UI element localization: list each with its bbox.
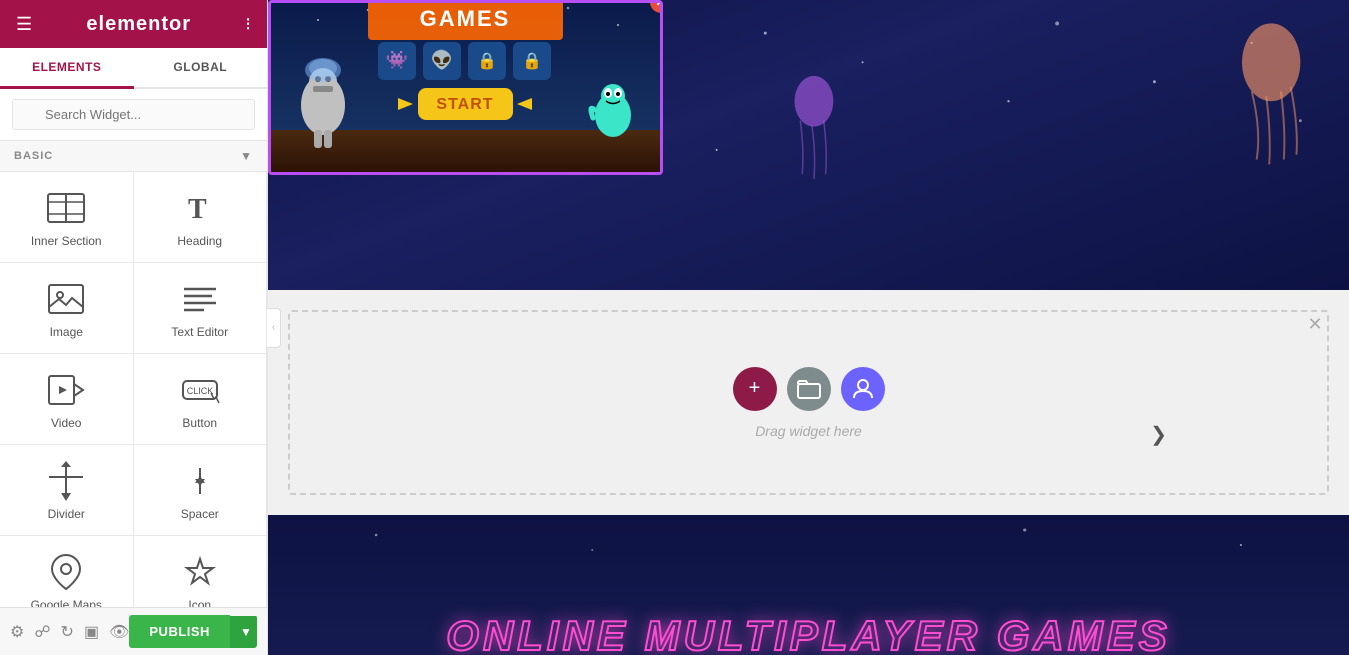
panel-header: ☰ elementor ⁝ (0, 0, 267, 48)
divider-icon (46, 463, 86, 499)
button-icon: CLICK (180, 372, 220, 408)
publish-arrow-button[interactable]: ▼ (230, 616, 257, 648)
widget-label-spacer: Spacer (181, 507, 219, 521)
drag-label: Drag widget here (755, 423, 862, 439)
widget-label-button: Button (182, 416, 217, 430)
widget-label-text-editor: Text Editor (171, 325, 228, 339)
widget-heading[interactable]: T Heading (134, 172, 268, 263)
drag-action-buttons: + (733, 367, 885, 411)
widget-label-video: Video (51, 416, 81, 430)
widget-label-google-maps: Google Maps (31, 598, 102, 607)
heading-icon: T (180, 190, 220, 226)
widget-grid: Inner Section T Heading Image (0, 172, 267, 607)
online-multiplayer-text: ONLINE MULTIPLAYER GAMES (446, 612, 1170, 655)
game-preview-section: ✕ (268, 0, 1349, 290)
google-maps-icon (46, 554, 86, 590)
svg-text:CLICK: CLICK (186, 386, 213, 396)
tab-elements[interactable]: ELEMENTS (0, 48, 134, 89)
history-icon[interactable]: ↻ (61, 622, 74, 642)
game-canvas: GAMES 👾 👽 🔒 🔒 START (271, 3, 660, 172)
svg-text:🔒: 🔒 (477, 52, 497, 70)
svg-text:👾: 👾 (386, 50, 408, 70)
section-label-basic[interactable]: BASIC ▼ (0, 141, 267, 172)
widget-label-divider: Divider (48, 507, 85, 521)
layers-icon[interactable]: ☍ (34, 622, 50, 642)
collapse-panel-handle[interactable]: ‹ (267, 308, 281, 348)
svg-text:T: T (188, 194, 207, 225)
svg-text:🔒: 🔒 (522, 52, 542, 70)
widget-video[interactable]: Video (0, 354, 134, 445)
bottom-bar: ⚙ ☍ ↻ ▣ 👁 PUBLISH ▼ (0, 607, 267, 655)
widget-label-heading: Heading (177, 234, 222, 248)
widget-text-editor[interactable]: Text Editor (134, 263, 268, 354)
tab-global[interactable]: GLOBAL (134, 48, 268, 87)
close-drag-section-button[interactable]: ✕ (1302, 311, 1328, 337)
widget-image[interactable]: Image (0, 263, 134, 354)
svg-text:GAMES: GAMES (420, 6, 511, 31)
hamburger-icon[interactable]: ☰ (16, 14, 32, 35)
add-section-button[interactable]: + (733, 367, 777, 411)
widget-label-icon: Icon (188, 598, 211, 607)
widget-google-maps[interactable]: Google Maps (0, 536, 134, 607)
game-image-box: ✕ (268, 0, 663, 175)
widget-button[interactable]: CLICK Button (134, 354, 268, 445)
chevron-down-icon: ▼ (240, 149, 253, 163)
spacer-icon (180, 463, 220, 499)
space-right-scene (668, 0, 1349, 290)
image-icon (46, 281, 86, 317)
publish-button-group: PUBLISH ▼ (129, 615, 257, 648)
drag-section-inner: ✕ + Drag widget here ❯ (288, 310, 1329, 495)
inner-section-icon (46, 190, 86, 226)
bottom-bar-icons: ⚙ ☍ ↻ ▣ 👁 (10, 622, 129, 642)
settings-icon[interactable]: ⚙ (10, 622, 24, 642)
grid-icon[interactable]: ⁝ (245, 14, 251, 35)
widget-icon[interactable]: Icon (134, 536, 268, 607)
widget-spacer[interactable]: Spacer (134, 445, 268, 536)
bottom-dark-section: ONLINE MULTIPLAYER GAMES (268, 515, 1349, 655)
template-library-button[interactable] (787, 367, 831, 411)
space-background: ✕ (268, 0, 1349, 290)
search-input[interactable] (12, 99, 255, 130)
publish-button[interactable]: PUBLISH (129, 615, 230, 648)
section-label-text: BASIC (14, 150, 53, 162)
site-identity-button[interactable] (841, 367, 885, 411)
canvas-area: ✕ (268, 0, 1349, 655)
widget-divider[interactable]: Divider (0, 445, 134, 536)
eye-icon[interactable]: 👁 (109, 622, 129, 642)
text-editor-icon (180, 281, 220, 317)
left-panel: ☰ elementor ⁝ ELEMENTS GLOBAL 🔍 BASIC ▼ (0, 0, 268, 655)
widget-label-image: Image (50, 325, 83, 339)
video-icon (46, 372, 86, 408)
widget-inner-section[interactable]: Inner Section (0, 172, 134, 263)
drag-widget-section: ✕ + Drag widget here ❯ (268, 290, 1349, 515)
cursor-indicator: ❯ (1150, 422, 1167, 447)
responsive-icon[interactable]: ▣ (84, 622, 99, 642)
icon-widget-icon (180, 554, 220, 590)
logo: elementor (86, 13, 191, 36)
search-box: 🔍 (0, 89, 267, 141)
svg-text:START: START (436, 96, 493, 113)
svg-text:👽: 👽 (431, 49, 453, 70)
panel-tabs: ELEMENTS GLOBAL (0, 48, 267, 89)
widget-label-inner-section: Inner Section (31, 234, 102, 248)
